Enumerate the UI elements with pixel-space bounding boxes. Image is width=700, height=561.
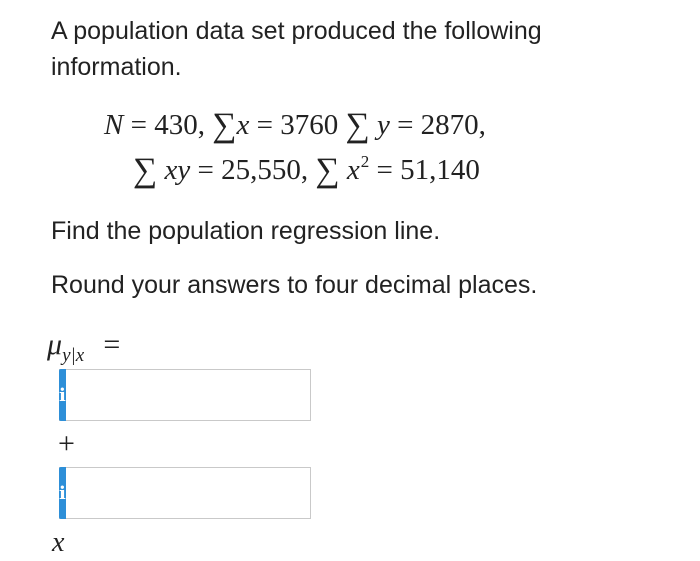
info-button[interactable]: i (59, 467, 66, 519)
sum-y-value: 2870 (420, 109, 479, 141)
intercept-input[interactable] (65, 370, 351, 420)
n-value: 430, (154, 109, 205, 141)
sum-x-var: x (236, 109, 250, 141)
sum-xy-value: 25,550, (221, 154, 309, 186)
info-button[interactable]: i (59, 369, 66, 421)
instruction-round: Round your answers to four decimal place… (51, 271, 538, 299)
info-icon: i (59, 482, 66, 504)
sigma-icon: ∑ (133, 152, 158, 189)
info-icon: i (59, 384, 66, 406)
sigma-icon: ∑ (212, 107, 237, 144)
equals-sign: = (197, 154, 214, 186)
instruction-find: Find the population regression line. (51, 217, 441, 245)
givens-line-1: N = 430, ∑x = 3760 ∑ y = 2870, (104, 105, 486, 144)
equals-sign: = (376, 154, 393, 186)
mu-subscript: y|x (62, 345, 85, 366)
mu-symbol: μ (47, 328, 63, 361)
equals-sign: = (256, 109, 273, 141)
sum-x2-value: 51,140 (400, 154, 480, 186)
slope-input[interactable] (65, 468, 351, 518)
regression-equals: = (103, 328, 121, 361)
sum-x2-var: x (346, 154, 360, 186)
slope-answer-box: i (59, 467, 351, 519)
sum-x-value: 3760 (280, 109, 339, 141)
comma: , (478, 109, 486, 141)
question-intro: A population data set produced the follo… (51, 17, 542, 81)
intercept-answer-box: i (59, 369, 351, 421)
sigma-icon: ∑ (345, 107, 370, 144)
equals-sign: = (130, 109, 147, 141)
sum-x2-power: 2 (360, 152, 370, 171)
n-label: N (104, 109, 124, 141)
givens-line-2: ∑ xy = 25,550, ∑ x2 = 51,140 (133, 150, 480, 189)
sum-y-var: y (376, 109, 390, 141)
plus-sign: + (58, 427, 75, 460)
sigma-icon: ∑ (315, 152, 340, 189)
regression-lhs: μy|x = (47, 328, 120, 367)
x-variable: x (52, 527, 65, 558)
sum-xy-var: xy (164, 154, 191, 186)
equals-sign: = (397, 109, 414, 141)
